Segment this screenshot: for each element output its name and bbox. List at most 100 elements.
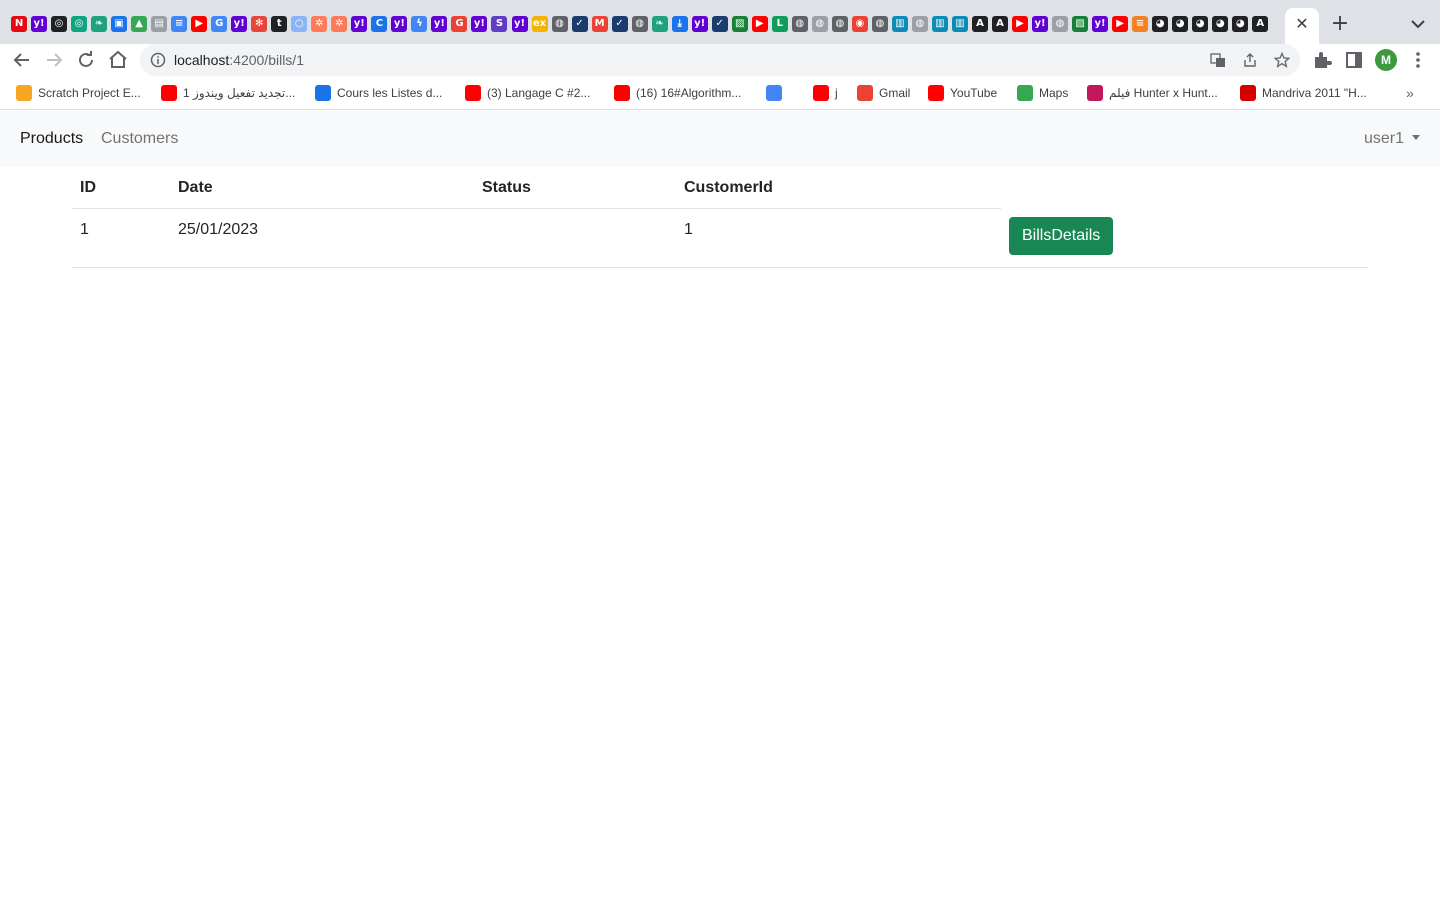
bookmark-star-icon[interactable] xyxy=(1274,52,1290,68)
share-icon[interactable] xyxy=(1242,52,1258,68)
github-icon[interactable]: ◕ xyxy=(1212,16,1229,32)
leaf-icon[interactable]: ❧ xyxy=(91,16,108,32)
yahoo-icon[interactable]: y! xyxy=(231,16,248,32)
globe-icon[interactable]: ◍ xyxy=(551,16,568,32)
tab-search-chevron-icon[interactable] xyxy=(1406,12,1430,36)
bookmark-item[interactable] xyxy=(766,76,788,110)
reload-icon[interactable] xyxy=(74,48,98,72)
globe-icon[interactable]: ◍ xyxy=(631,16,648,32)
bookmark-item[interactable]: فيلم Hunter x Hunt... xyxy=(1087,76,1218,110)
ex-icon[interactable]: ex xyxy=(531,16,548,32)
yahoo-icon[interactable]: y! xyxy=(691,16,708,32)
translate-icon[interactable]: G xyxy=(211,16,228,32)
app-icon[interactable]: ▥ xyxy=(891,16,908,32)
butterfly-icon[interactable]: ✻ xyxy=(251,16,268,32)
back-arrow-icon[interactable] xyxy=(10,48,34,72)
yahoo-icon[interactable]: y! xyxy=(31,16,48,32)
bookmark-item[interactable]: j xyxy=(813,76,838,110)
globe-icon[interactable]: ◍ xyxy=(791,16,808,32)
new-tab-icon[interactable]: + xyxy=(1328,12,1352,36)
angular-icon[interactable]: A xyxy=(1252,16,1269,32)
bookmark-item[interactable]: (3) Langage C #2... xyxy=(465,76,590,110)
bookmark-item[interactable]: Scratch Project E... xyxy=(16,76,141,110)
stackoverflow-icon[interactable]: ≡ xyxy=(1132,16,1149,32)
app-icon[interactable]: ▥ xyxy=(931,16,948,32)
user-dropdown[interactable]: user1 xyxy=(1364,111,1420,167)
globe-icon[interactable]: ◍ xyxy=(1052,16,1069,32)
download-icon[interactable]: ⤓ xyxy=(671,16,688,32)
yahoo-icon[interactable]: y! xyxy=(471,16,488,32)
check-icon[interactable]: ✓ xyxy=(711,16,728,32)
site-info-icon[interactable] xyxy=(150,52,166,68)
globe-icon[interactable]: ◍ xyxy=(911,16,928,32)
l-icon[interactable]: L xyxy=(771,16,788,32)
c-icon[interactable]: C xyxy=(371,16,388,32)
bookmarks-overflow-icon[interactable]: » xyxy=(1406,76,1414,110)
chrome-icon[interactable]: ◉ xyxy=(851,16,868,32)
hubspot-icon[interactable]: ✲ xyxy=(331,16,348,32)
globe-icon[interactable]: ◍ xyxy=(811,16,828,32)
address-bar[interactable]: localhost:4200/bills/1 xyxy=(140,44,1300,76)
nav-customers[interactable]: Customers xyxy=(101,111,178,167)
check-icon[interactable]: ✓ xyxy=(571,16,588,32)
github-icon[interactable]: ◕ xyxy=(1192,16,1209,32)
bookmark-item[interactable]: تجديد تفعيل ويندوز 1... xyxy=(161,76,295,110)
github-icon[interactable]: ◕ xyxy=(1172,16,1189,32)
openai-icon[interactable]: ◎ xyxy=(71,16,88,32)
gmail-icon[interactable]: M xyxy=(591,16,608,32)
bolt-icon[interactable]: ϟ xyxy=(411,16,428,32)
bills-details-button[interactable]: BillsDetails xyxy=(1009,217,1114,255)
bookmark-item[interactable]: Mandriva 2011 "H... xyxy=(1240,76,1367,110)
g-icon[interactable]: G xyxy=(451,16,468,32)
leaf-icon[interactable]: ❧ xyxy=(651,16,668,32)
url-text[interactable]: localhost:4200/bills/1 xyxy=(174,44,304,76)
home-icon[interactable] xyxy=(106,48,130,72)
nav-products[interactable]: Products xyxy=(20,111,83,167)
forward-arrow-icon[interactable] xyxy=(42,48,66,72)
globe-icon[interactable]: ◍ xyxy=(831,16,848,32)
globe-icon[interactable]: ◍ xyxy=(871,16,888,32)
side-panel-icon[interactable] xyxy=(1342,48,1366,72)
yahoo-icon[interactable]: y! xyxy=(511,16,528,32)
netflix-icon[interactable]: N xyxy=(11,16,27,32)
yahoo-icon[interactable]: y! xyxy=(431,16,448,32)
youtube-icon xyxy=(465,84,481,101)
check-icon[interactable]: ✓ xyxy=(611,16,628,32)
cell-actions: BillsDetails xyxy=(1001,208,1368,268)
s-icon[interactable]: S xyxy=(491,16,508,32)
github-icon[interactable]: ◕ xyxy=(1152,16,1169,32)
angular-icon[interactable]: A xyxy=(991,16,1008,32)
yahoo-icon[interactable]: y! xyxy=(1032,16,1049,32)
github-icon[interactable]: ◕ xyxy=(1232,16,1249,32)
bookmark-item[interactable]: Cours les Listes d... xyxy=(315,76,442,110)
document-icon[interactable]: ▤ xyxy=(151,16,168,32)
docs-icon[interactable]: ≡ xyxy=(171,16,188,32)
image-icon[interactable]: ▨ xyxy=(731,16,748,32)
contacts-icon[interactable]: ▣ xyxy=(111,16,128,32)
bookmark-item[interactable]: YouTube xyxy=(928,76,997,110)
openai-icon[interactable]: ◎ xyxy=(51,16,68,32)
youtube-icon[interactable]: ▶ xyxy=(1012,16,1028,32)
hubspot-icon[interactable]: ✲ xyxy=(311,16,328,32)
tumblr-icon[interactable]: t xyxy=(271,16,288,32)
youtube-icon[interactable]: ▶ xyxy=(191,16,208,32)
circle-icon[interactable]: ○ xyxy=(291,16,308,32)
browser-menu-icon[interactable] xyxy=(1406,48,1430,72)
bookmark-item[interactable]: Maps xyxy=(1017,76,1068,110)
extensions-puzzle-icon[interactable] xyxy=(1310,48,1334,72)
close-tab-icon[interactable]: ✕ xyxy=(1292,14,1312,34)
angular-icon[interactable]: A xyxy=(971,16,988,32)
bookmark-label: YouTube xyxy=(950,86,998,100)
youtube-icon[interactable]: ▶ xyxy=(751,16,768,32)
bookmark-item[interactable]: Gmail xyxy=(857,76,910,110)
profile-avatar[interactable]: M xyxy=(1375,49,1397,71)
app-icon[interactable]: ▥ xyxy=(951,16,968,32)
yahoo-icon[interactable]: y! xyxy=(351,16,368,32)
bookmark-item[interactable]: (16) 16#Algorithm... xyxy=(614,76,741,110)
image-icon[interactable]: ▨ xyxy=(1072,16,1089,32)
drive-icon[interactable]: ▲ xyxy=(131,16,148,32)
translate-icon[interactable] xyxy=(1210,52,1226,68)
yahoo-icon[interactable]: y! xyxy=(1092,16,1109,32)
youtube-icon[interactable]: ▶ xyxy=(1112,16,1129,32)
yahoo-icon[interactable]: y! xyxy=(391,16,408,32)
